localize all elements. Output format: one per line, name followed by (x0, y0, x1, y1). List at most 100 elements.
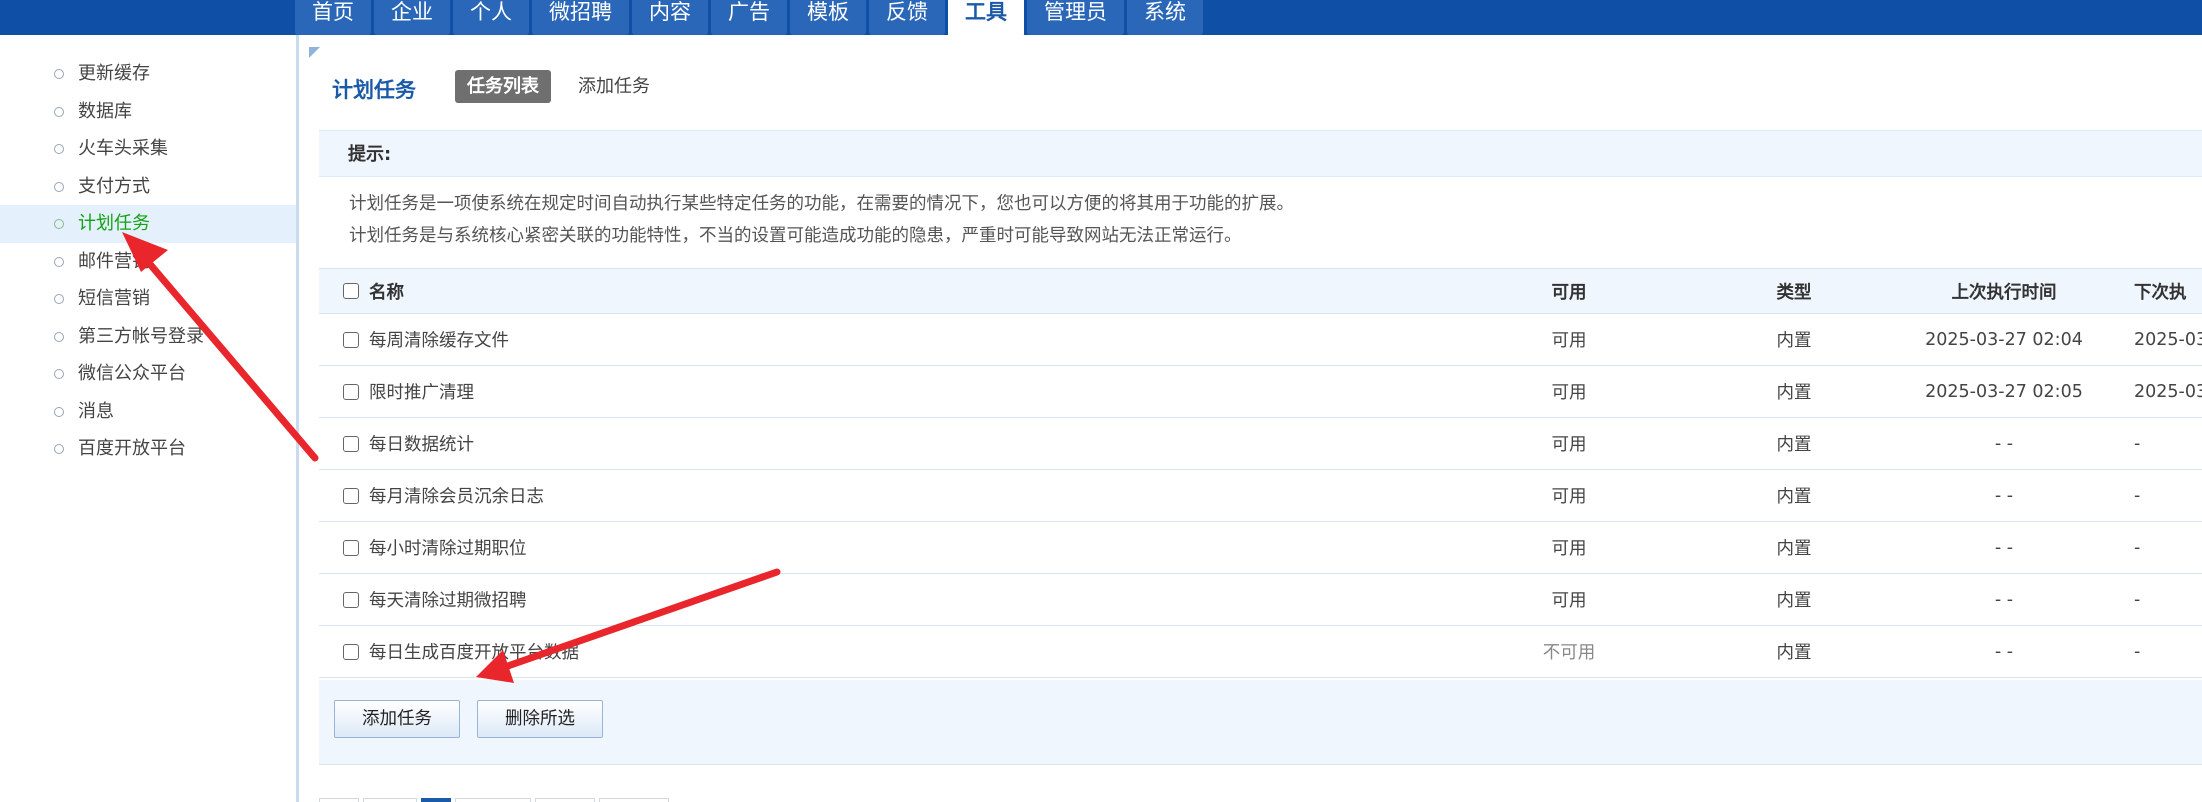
task-type: 内置 (1776, 591, 1812, 611)
sidebar-item-label: 火车头采集 (78, 138, 168, 159)
circle-bullet-icon (54, 181, 64, 192)
pagination-button[interactable] (363, 798, 417, 802)
pagination (319, 798, 673, 802)
sidebar-item[interactable]: 短信营销 (0, 280, 296, 318)
task-next-run: 2025-03 (2134, 381, 2202, 402)
row-checkbox[interactable] (343, 487, 359, 504)
circle-bullet-icon (54, 69, 64, 79)
left-sidebar: 更新缓存数据库火车头采集支付方式 计划任务邮件营销短信营销第三方帐号登录微信公众平… (0, 35, 296, 802)
sidebar-item-label: 邮件营销 (78, 250, 150, 272)
task-last-run: - - (1994, 485, 2014, 506)
sidebar-item-label: 消息 (78, 400, 114, 422)
row-checkbox[interactable] (343, 539, 359, 556)
nav-tab[interactable]: 内容 (632, 0, 708, 35)
tips-line: 计划任务是一项使系统在规定时间自动执行某些特定任务的功能，在需要的情况下，您也可… (349, 194, 1294, 214)
tab-task-list[interactable]: 任务列表 (455, 70, 551, 103)
sidebar-item[interactable]: 支付方式 (0, 168, 296, 206)
row-checkbox[interactable] (343, 331, 359, 348)
table-body: 每周清除缓存文件 可用 内置 2025-03-27 02:04 2025-03 限时推广清… (319, 314, 2202, 678)
table-row: 每月清除会员沉余日志 可用 内置 - - - (319, 470, 2202, 522)
tips-body: 计划任务是一项使系统在规定时间自动执行某些特定任务的功能，在需要的情况下，您也可… (349, 188, 1294, 252)
nav-tab[interactable]: 微招聘 (532, 0, 629, 35)
task-last-run: 2025-03-27 02:05 (1925, 381, 2083, 402)
sidebar-item[interactable]: 百度开放平台 (0, 430, 296, 468)
task-available: 可用 (1551, 435, 1587, 455)
nav-tab[interactable]: 系统 (1127, 0, 1203, 35)
row-checkbox[interactable] (343, 435, 359, 452)
sidebar-item[interactable]: 火车头采集 (0, 130, 296, 168)
sidebar-menu: 更新缓存数据库火车头采集支付方式 计划任务邮件营销短信营销第三方帐号登录微信公众平… (0, 55, 296, 468)
task-last-run: - - (1994, 641, 2014, 662)
tab-add-task[interactable]: 添加任务 (578, 70, 650, 103)
sidebar-item[interactable]: 数据库 (0, 93, 296, 131)
task-available: 不可用 (1542, 643, 1596, 663)
task-next-run: 2025-03 (2134, 329, 2202, 350)
task-name-cell: 每小时清除过期职位 (343, 522, 527, 573)
pagination-button[interactable] (599, 798, 669, 802)
task-available: 可用 (1551, 487, 1587, 507)
nav-tab[interactable]: 个人 (453, 0, 529, 35)
task-name: 每日生成百度开放平台数据 (369, 643, 579, 663)
circle-bullet-icon (54, 294, 64, 304)
nav-tab[interactable]: 企业 (374, 0, 450, 35)
sidebar-item[interactable]: 更新缓存 (0, 55, 296, 93)
add-task-button[interactable]: 添加任务 (334, 700, 460, 738)
pagination-current-page[interactable] (421, 798, 451, 802)
main-content: 计划任务 任务列表 添加任务 提示: 计划任务是一项使系统在规定时间自动执行某些… (299, 35, 2202, 802)
row-checkbox[interactable] (343, 643, 359, 660)
delete-selected-button[interactable]: 删除所选 (477, 700, 603, 738)
task-name-cell: 每月清除会员沉余日志 (343, 470, 544, 521)
row-checkbox[interactable] (343, 383, 359, 400)
nav-tab[interactable]: 管理员 (1027, 0, 1124, 35)
task-name: 每天清除过期微招聘 (369, 591, 527, 611)
task-next-run: - (2134, 589, 2141, 610)
circle-bullet-icon (54, 444, 64, 454)
nav-tab[interactable]: 反馈 (869, 0, 945, 35)
pagination-button[interactable] (319, 798, 359, 802)
pagination-button[interactable] (535, 798, 595, 802)
header-name-cell: 名称 (343, 269, 404, 313)
circle-bullet-icon (54, 406, 64, 417)
sidebar-item-label: 第三方帐号登录 (78, 325, 204, 347)
sidebar-item[interactable]: 计划任务 (0, 205, 296, 243)
sidebar-item[interactable]: 邮件营销 (0, 243, 296, 281)
nav-tab[interactable]: 广告 (711, 0, 787, 35)
table-row: 限时推广清理 可用 内置 2025-03-27 02:05 2025-03 (319, 366, 2202, 418)
pagination-button[interactable] (455, 798, 531, 802)
task-name: 每日数据统计 (369, 435, 474, 455)
task-name: 限时推广清理 (369, 383, 474, 403)
table-row: 每周清除缓存文件 可用 内置 2025-03-27 02:04 2025-03 (319, 314, 2202, 366)
sidebar-item-label: 百度开放平台 (78, 438, 186, 459)
top-navigation-bar: 首页 企业 个人 微招聘 内容 广告 模板 反馈 工具 管理员 系统 (0, 0, 2202, 37)
circle-bullet-icon (54, 369, 64, 379)
task-next-run: - (2134, 433, 2141, 454)
task-type: 内置 (1776, 487, 1812, 507)
circle-bullet-icon (54, 256, 64, 267)
task-available: 可用 (1551, 331, 1587, 351)
circle-bullet-icon (54, 219, 64, 229)
tips-line: 计划任务是与系统核心紧密关联的功能特性，不当的设置可能造成功能的隐患，严重时可能… (349, 226, 1242, 246)
table-row: 每日生成百度开放平台数据 不可用 内置 - - - (319, 626, 2202, 678)
nav-tab[interactable]: 工具 (948, 0, 1024, 37)
task-type: 内置 (1776, 643, 1812, 663)
task-available: 可用 (1551, 539, 1587, 559)
sidebar-item[interactable]: 第三方帐号登录 (0, 318, 296, 356)
sidebar-item-label: 短信营销 (78, 288, 150, 309)
select-all-checkbox[interactable] (343, 283, 359, 299)
task-type: 内置 (1776, 435, 1812, 455)
task-name: 每周清除缓存文件 (369, 331, 509, 351)
main-nav-tabs: 首页 企业 个人 微招聘 内容 广告 模板 反馈 工具 管理员 系统 (295, 0, 1206, 37)
row-checkbox[interactable] (343, 591, 359, 608)
task-name-cell: 限时推广清理 (343, 366, 474, 417)
sidebar-item[interactable]: 消息 (0, 393, 296, 431)
task-table: 名称 可用 类型 上次执行时间 下次执 每周清除缓存文件 可用 内置 2025-03-… (319, 268, 2202, 678)
table-row: 每日数据统计 可用 内置 - - - (319, 418, 2202, 470)
header-last-run: 上次执行时间 (1951, 282, 2057, 303)
task-type: 内置 (1776, 383, 1812, 403)
task-available: 可用 (1551, 591, 1587, 611)
sidebar-item[interactable]: 微信公众平台 (0, 355, 296, 393)
nav-tab[interactable]: 模板 (790, 0, 866, 35)
task-name: 每月清除会员沉余日志 (369, 487, 544, 507)
sidebar-item-label: 数据库 (78, 100, 132, 122)
nav-tab[interactable]: 首页 (295, 0, 371, 35)
